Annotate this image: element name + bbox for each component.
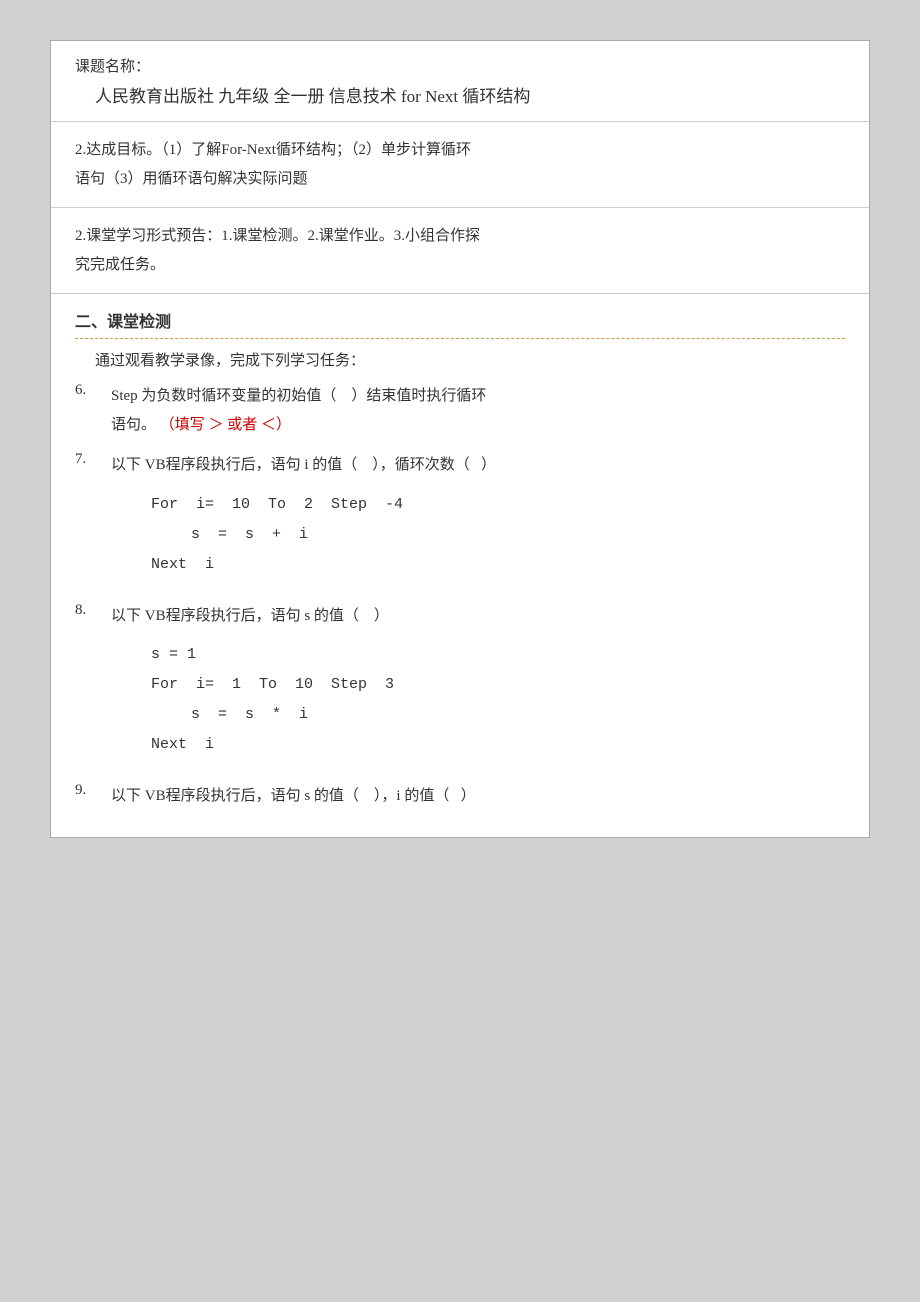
main-title: 人民教育出版社 九年级 全一册 信息技术 for Next 循环结构 <box>75 82 845 107</box>
label-title: 课题名称： <box>75 55 845 76</box>
q7-num: 7. <box>75 451 111 590</box>
page-container: 课题名称： 人民教育出版社 九年级 全一册 信息技术 for Next 循环结构… <box>50 40 870 838</box>
q8-code-line1: For i= 1 To 10 Step 3 <box>151 670 845 700</box>
section2-header: 二、课堂检测 <box>75 308 845 339</box>
title-section: 课题名称： 人民教育出版社 九年级 全一册 信息技术 for Next 循环结构 <box>51 41 869 122</box>
preview-line2: 究完成任务。 <box>75 251 845 280</box>
classroom-check-section: 二、课堂检测 通过观看教学录像，完成下列学习任务： 6. Step 为负数时循环… <box>51 294 869 837</box>
question-6: 6. Step 为负数时循环变量的初始值（ ）结束值时执行循环 语句。 （填写 … <box>75 382 845 439</box>
goal-section: 2.达成目标。（1）了解For-Next循环结构；（2）单步计算循环 语句（3）… <box>51 122 869 208</box>
q8-text: 以下 VB程序段执行后，语句 s 的值（ ） <box>111 608 389 624</box>
q7-code-line3: Next i <box>151 550 845 580</box>
q8-content: 以下 VB程序段执行后，语句 s 的值（ ） s = 1 For i= 1 To… <box>111 602 845 771</box>
q7-text: 以下 VB程序段执行后，语句 i 的值（ ），循环次数（ ） <box>111 457 496 473</box>
question-8: 8. 以下 VB程序段执行后，语句 s 的值（ ） s = 1 For i= 1… <box>75 602 845 771</box>
q8-code-line2: s = s * i <box>191 700 845 730</box>
preview-line1: 2.课堂学习形式预告：1.课堂检测。2.课堂作业。3.小组合作探 <box>75 222 845 251</box>
q6-hint: （填写 ＞ 或者 ＜） <box>160 417 291 433</box>
q6-text: Step 为负数时循环变量的初始值（ ）结束值时执行循环 <box>111 388 486 404</box>
q8-num: 8. <box>75 602 111 771</box>
q7-content: 以下 VB程序段执行后，语句 i 的值（ ），循环次数（ ） For i= 10… <box>111 451 845 590</box>
q9-num: 9. <box>75 782 111 811</box>
q6-num: 6. <box>75 382 111 439</box>
q7-code: For i= 10 To 2 Step -4 s = s + i Next i <box>151 490 845 580</box>
q6-hint-prefix: 语句。 <box>111 417 156 433</box>
q9-content: 以下 VB程序段执行后，语句 s 的值（ ），i 的值（ ） <box>111 782 845 811</box>
q8-code: s = 1 For i= 1 To 10 Step 3 s = s * i Ne… <box>151 640 845 760</box>
q6-content: Step 为负数时循环变量的初始值（ ）结束值时执行循环 语句。 （填写 ＞ 或… <box>111 382 845 439</box>
question-7: 7. 以下 VB程序段执行后，语句 i 的值（ ），循环次数（ ） For i=… <box>75 451 845 590</box>
question-9: 9. 以下 VB程序段执行后，语句 s 的值（ ），i 的值（ ） <box>75 782 845 811</box>
q7-code-line2: s = s + i <box>191 520 845 550</box>
preview-section: 2.课堂学习形式预告：1.课堂检测。2.课堂作业。3.小组合作探 究完成任务。 <box>51 208 869 294</box>
goal-line1: 2.达成目标。（1）了解For-Next循环结构；（2）单步计算循环 <box>75 136 845 165</box>
goal-line2: 语句（3）用循环语句解决实际问题 <box>75 165 845 194</box>
q9-text: 以下 VB程序段执行后，语句 s 的值（ ），i 的值（ ） <box>111 788 476 804</box>
q7-code-line1: For i= 10 To 2 Step -4 <box>151 490 845 520</box>
q8-code-line3: Next i <box>151 730 845 760</box>
intro-text: 通过观看教学录像，完成下列学习任务： <box>75 349 845 370</box>
q8-code-line0: s = 1 <box>151 640 845 670</box>
